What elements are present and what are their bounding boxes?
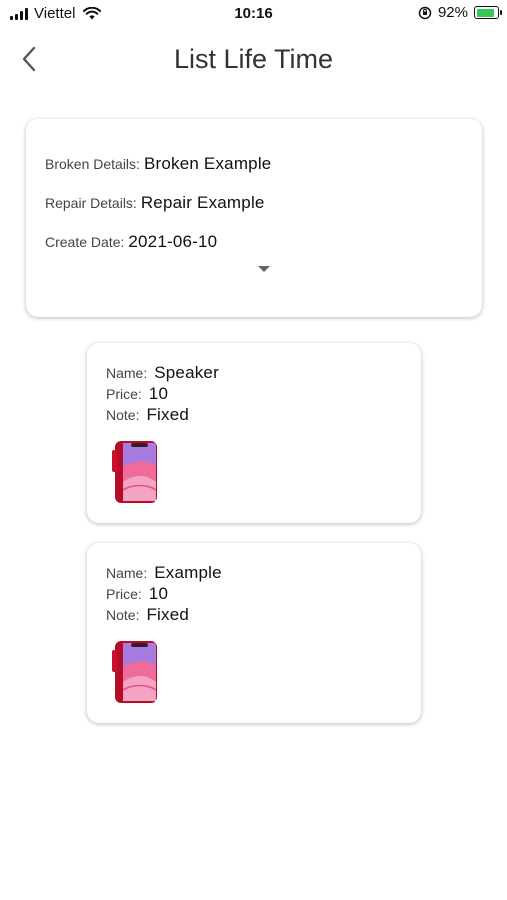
- broken-details-value: Broken Example: [143, 154, 272, 173]
- item-price-label: Price:: [106, 586, 142, 602]
- item-price-label: Price:: [106, 386, 142, 402]
- battery-icon: [474, 6, 502, 19]
- repair-details-row: Repair Details: Repair Example: [45, 193, 265, 213]
- expand-button[interactable]: [254, 262, 274, 276]
- lifetime-detail-card: Broken Details: Broken Example Repair De…: [26, 119, 482, 317]
- item-note-row: Note: Fixed: [106, 605, 189, 625]
- phone-image: [112, 641, 157, 703]
- phone-image: [112, 441, 157, 503]
- item-note-label: Note:: [106, 407, 140, 423]
- item-note-label: Note:: [106, 607, 140, 623]
- orientation-lock-icon: [418, 6, 432, 19]
- item-name-label: Name:: [106, 365, 148, 381]
- battery-percent: 92%: [437, 4, 468, 21]
- broken-details-row: Broken Details: Broken Example: [45, 154, 271, 174]
- page-title: List Life Time: [173, 44, 334, 74]
- item-price-row: Price: 10: [106, 384, 168, 404]
- create-date-label: Create Date:: [45, 234, 125, 250]
- item-name-row: Name: Example: [106, 563, 222, 583]
- item-note-row: Note: Fixed: [106, 405, 189, 425]
- item-name-value: Example: [154, 563, 222, 582]
- broken-details-label: Broken Details:: [45, 156, 140, 172]
- item-price-value: 10: [148, 384, 169, 403]
- item-card[interactable]: Name: Example Price: 10 Note: Fixed: [87, 543, 421, 723]
- caret-down-icon: [258, 266, 270, 272]
- repair-details-label: Repair Details:: [45, 195, 137, 211]
- create-date-row: Create Date: 2021-06-10: [45, 232, 217, 252]
- item-note-value: Fixed: [146, 405, 190, 424]
- item-note-value: Fixed: [146, 605, 190, 624]
- item-card[interactable]: Name: Speaker Price: 10 Note: Fixed: [87, 343, 421, 523]
- create-date-value: 2021-06-10: [128, 232, 218, 251]
- item-price-value: 10: [148, 584, 169, 603]
- item-name-row: Name: Speaker: [106, 363, 219, 383]
- nav-header: List Life Time: [0, 36, 507, 82]
- status-right: 92%: [418, 4, 502, 21]
- item-name-label: Name:: [106, 565, 148, 581]
- repair-details-value: Repair Example: [140, 193, 265, 212]
- item-name-value: Speaker: [154, 363, 219, 382]
- status-bar: Viettel 10:16 92%: [0, 0, 507, 28]
- item-price-row: Price: 10: [106, 584, 168, 604]
